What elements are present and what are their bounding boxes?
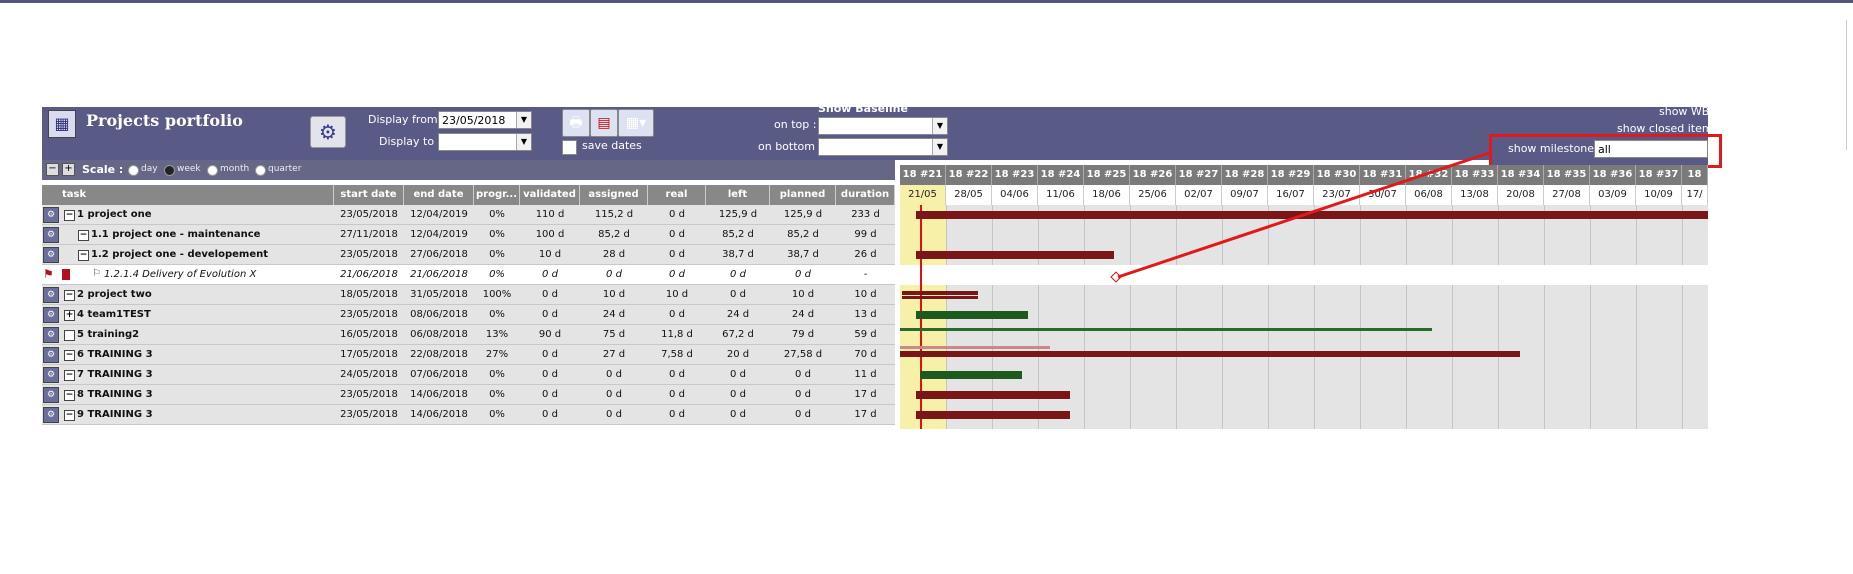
window-right-edge [1846,20,1853,150]
annotation-overlay [1117,150,1493,279]
annotation-arrow-line [1117,150,1493,279]
